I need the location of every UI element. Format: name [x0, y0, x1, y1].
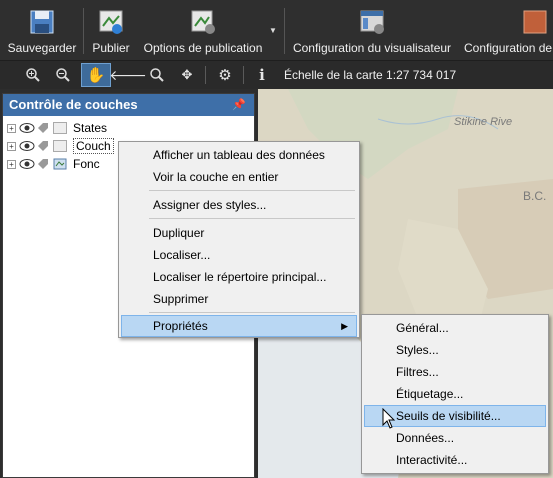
zoom-out-icon	[56, 68, 70, 82]
ribbon: Sauvegarder Publier Options de publicati…	[0, 0, 553, 61]
expand-icon[interactable]: +	[7, 159, 16, 169]
viewer-config-icon	[360, 10, 384, 34]
map-label-river: Stikine Rive	[454, 116, 513, 128]
layer-name: Fonc	[73, 157, 100, 171]
save-label: Sauvegarder	[7, 41, 77, 55]
menu-item-zoom-to-layer[interactable]: Voir la couche en entier	[121, 166, 357, 188]
eye-icon[interactable]	[19, 158, 35, 170]
publish-label: Publier	[92, 41, 130, 55]
layer-row[interactable]: + States	[7, 119, 107, 137]
zoom-in-button[interactable]	[20, 63, 46, 87]
identify-button[interactable]	[144, 63, 170, 87]
viewer-config-label: Configuration du visualisateur	[292, 41, 452, 55]
layer-row-selected[interactable]: + Couch	[7, 137, 114, 155]
info-button[interactable]: i	[249, 63, 275, 87]
menu-item-assign-styles[interactable]: Assigner des styles...	[121, 194, 357, 216]
center-button[interactable]: ✥	[174, 63, 200, 87]
publish-icon	[99, 10, 123, 34]
submenu-item-data[interactable]: Données...	[364, 427, 546, 449]
menu-item-locate-main-dir[interactable]: Localiser le répertoire principal...	[121, 266, 357, 288]
save-button[interactable]: Sauvegarder	[4, 0, 80, 61]
config-label: Configuration de	[464, 41, 553, 55]
gear-icon: ⚙	[218, 67, 232, 84]
zoom-out-button[interactable]	[50, 63, 76, 87]
tag-icon	[38, 123, 48, 133]
identify-icon	[150, 68, 164, 82]
map-label-province: B.C.	[523, 189, 547, 203]
mouse-pointer-icon	[382, 408, 396, 429]
submenu-item-interactivity[interactable]: Interactivité...	[364, 449, 546, 471]
chevron-down-icon: ▼	[269, 26, 277, 35]
menu-separator	[149, 218, 355, 219]
menu-item-duplicate[interactable]: Dupliquer	[121, 222, 357, 244]
layer-row[interactable]: + Fonc	[7, 155, 100, 173]
menu-separator	[149, 312, 355, 313]
menu-item-show-table[interactable]: Afficher un tableau des données	[121, 144, 357, 166]
layer-context-menu: Afficher un tableau des données Voir la …	[118, 141, 360, 338]
publish-options-dropdown[interactable]: ▼	[266, 0, 280, 61]
layer-type-icon	[53, 122, 67, 134]
tag-icon	[38, 141, 48, 151]
pin-icon[interactable]: 📌	[232, 94, 246, 116]
arrow-left-icon: 🡐	[109, 66, 147, 83]
save-icon	[30, 10, 54, 34]
zoom-in-icon	[26, 68, 40, 82]
ribbon-separator	[83, 8, 84, 54]
hand-icon: ✋	[86, 67, 106, 84]
back-button[interactable]: 🡐	[109, 63, 147, 87]
map-scale-text: Échelle de la carte 1:27 734 017	[284, 68, 457, 82]
submenu-arrow-icon: ▶	[341, 321, 348, 331]
publish-options-icon	[191, 10, 215, 34]
submenu-item-labeling[interactable]: Étiquetage...	[364, 383, 546, 405]
menu-separator	[149, 190, 355, 191]
viewer-config-button[interactable]: Configuration du visualisateur	[289, 0, 455, 61]
expand-icon[interactable]: +	[7, 141, 16, 151]
config-button[interactable]: Configuration de	[460, 0, 553, 61]
menu-item-locate[interactable]: Localiser...	[121, 244, 357, 266]
info-icon: i	[259, 66, 265, 84]
basemap-icon	[53, 158, 67, 170]
map-toolbar: ✋ 🡐 ✥ ⚙ i Échelle de la carte 1:27 734 0…	[0, 61, 553, 89]
toolbar-separator	[243, 66, 244, 84]
properties-submenu: Général... Styles... Filtres... Étiqueta…	[361, 314, 549, 474]
eye-icon[interactable]	[19, 122, 35, 134]
submenu-item-general[interactable]: Général...	[364, 317, 546, 339]
config-icon	[523, 10, 547, 34]
eye-icon[interactable]	[19, 140, 35, 152]
layer-name: Couch	[73, 138, 114, 154]
move-icon: ✥	[181, 67, 193, 82]
toolbar-separator	[205, 66, 206, 84]
publish-options-label: Options de publication	[143, 41, 263, 55]
panel-title: Contrôle de couches	[9, 97, 138, 112]
menu-item-delete[interactable]: Supprimer	[121, 288, 357, 310]
tag-icon	[38, 159, 48, 169]
submenu-item-styles[interactable]: Styles...	[364, 339, 546, 361]
menu-item-properties[interactable]: Propriétés ▶	[121, 315, 357, 337]
publish-button[interactable]: Publier	[86, 0, 136, 61]
settings-button[interactable]: ⚙	[212, 63, 238, 87]
ribbon-separator	[284, 8, 285, 54]
publish-options-button[interactable]: Options de publication	[140, 0, 266, 61]
menu-item-properties-label: Propriétés	[153, 319, 208, 333]
pan-button[interactable]: ✋	[81, 63, 111, 87]
expand-icon[interactable]: +	[7, 123, 16, 133]
submenu-item-filters[interactable]: Filtres...	[364, 361, 546, 383]
panel-header: Contrôle de couches 📌	[3, 94, 254, 116]
layer-name: States	[73, 121, 108, 135]
layer-type-icon	[53, 140, 67, 152]
